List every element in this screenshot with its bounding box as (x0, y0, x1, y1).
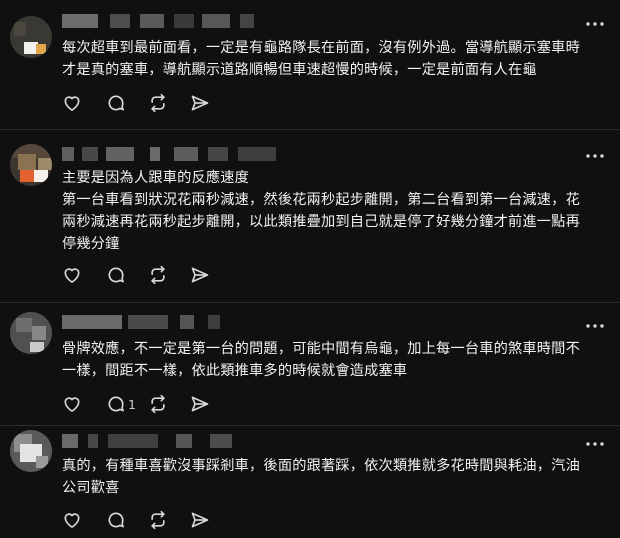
reply-button[interactable] (106, 265, 148, 285)
heart-icon (64, 268, 80, 283)
share-button[interactable] (190, 394, 220, 414)
reply-text: 骨牌效應，不一定是第一台的問題，可能中間有烏龜，加上每一台車的煞車時間不 一樣，… (62, 338, 607, 382)
text-line: 第一台車看到狀況花兩秒減速，然後花兩秒起步離開，第二台看到第一台減速，花 (62, 192, 580, 208)
like-button[interactable] (62, 510, 106, 530)
paper-plane-icon (191, 267, 209, 283)
more-horizontal-icon[interactable] (584, 320, 606, 332)
avatar[interactable] (10, 144, 52, 186)
like-button[interactable] (62, 93, 106, 113)
reply-button[interactable] (106, 93, 148, 113)
avatar[interactable] (10, 312, 52, 354)
reply-count: 1 (128, 396, 136, 412)
reply-post: 主要是因為人跟車的反應速度 第一台車看到狀況花兩秒減速，然後花兩秒起步離開，第二… (0, 130, 620, 302)
share-button[interactable] (190, 93, 220, 113)
speech-bubble-icon (108, 267, 124, 283)
repost-arrows-icon (151, 265, 165, 285)
heart-icon (64, 397, 80, 412)
paper-plane-icon (191, 512, 209, 528)
text-line: 停幾分鐘 (62, 236, 120, 252)
text-line: 每次超車到最前面看，一定是有龜路隊長在前面，沒有例外過。當導航顯示塞車時 (62, 40, 580, 56)
reply-post: 真的，有種車喜歡沒事踩剎車，後面的跟著踩，依次類推就多花時間與耗油，汽油 公司歡… (0, 426, 620, 538)
text-line: 才是真的塞車，導航顯示道路順暢但車速超慢的時候，一定是前面有人在龜 (62, 62, 537, 78)
avatar[interactable] (10, 16, 52, 58)
paper-plane-icon (191, 396, 209, 412)
action-bar: 1 (62, 394, 220, 414)
action-bar (62, 93, 220, 113)
like-button[interactable] (62, 265, 106, 285)
reply-text: 真的，有種車喜歡沒事踩剎車，後面的跟著踩，依次類推就多花時間與耗油，汽油 公司歡… (62, 455, 607, 499)
repost-arrows-icon (151, 510, 165, 530)
reply-feed: 每次超車到最前面看，一定是有龜路隊長在前面，沒有例外過。當導航顯示塞車時 才是真… (0, 0, 620, 538)
repost-button[interactable] (148, 93, 190, 113)
username-redacted[interactable] (62, 147, 302, 161)
action-bar (62, 510, 220, 530)
text-line: 兩秒減速再花兩秒起步離開，以此類推疊加到自己就是停了好幾分鐘才前進一點再 (62, 214, 580, 230)
more-horizontal-icon[interactable] (584, 18, 606, 30)
reply-post: 每次超車到最前面看，一定是有龜路隊長在前面，沒有例外過。當導航顯示塞車時 才是真… (0, 0, 620, 129)
more-horizontal-icon[interactable] (584, 150, 606, 162)
speech-bubble-icon (108, 512, 124, 528)
paper-plane-icon (191, 95, 209, 111)
repost-button[interactable] (148, 510, 190, 530)
reply-text: 每次超車到最前面看，一定是有龜路隊長在前面，沒有例外過。當導航顯示塞車時 才是真… (62, 37, 607, 81)
repost-arrows-icon (151, 394, 165, 414)
more-horizontal-icon[interactable] (584, 438, 606, 450)
speech-bubble-icon (108, 95, 124, 111)
heart-icon (64, 513, 80, 528)
share-button[interactable] (190, 510, 220, 530)
reply-button[interactable]: 1 (106, 394, 148, 414)
repost-button[interactable] (148, 265, 190, 285)
speech-bubble-icon (108, 396, 124, 412)
username-redacted[interactable] (62, 434, 322, 448)
reply-post: 骨牌效應，不一定是第一台的問題，可能中間有烏龜，加上每一台車的煞車時間不 一樣，… (0, 303, 620, 425)
text-line: 公司歡喜 (62, 480, 120, 496)
text-line: 骨牌效應，不一定是第一台的問題，可能中間有烏龜，加上每一台車的煞車時間不 (62, 341, 580, 357)
like-button[interactable] (62, 394, 106, 414)
username-redacted[interactable] (62, 14, 282, 28)
share-button[interactable] (190, 265, 220, 285)
action-bar (62, 265, 220, 285)
reply-text: 主要是因為人跟車的反應速度 第一台車看到狀況花兩秒減速，然後花兩秒起步離開，第二… (62, 167, 607, 255)
username-redacted[interactable] (62, 315, 302, 329)
heart-icon (64, 96, 80, 111)
text-line: 真的，有種車喜歡沒事踩剎車，後面的跟著踩，依次類推就多花時間與耗油，汽油 (62, 458, 580, 474)
reply-button[interactable] (106, 510, 148, 530)
avatar[interactable] (10, 430, 52, 472)
text-line: 一樣，間距不一樣，依此類推車多的時候就會造成塞車 (62, 363, 408, 379)
repost-button[interactable] (148, 394, 190, 414)
repost-arrows-icon (151, 93, 165, 113)
text-line: 主要是因為人跟車的反應速度 (62, 170, 250, 186)
